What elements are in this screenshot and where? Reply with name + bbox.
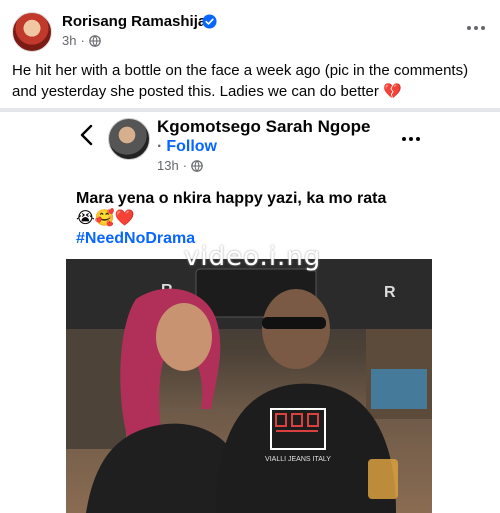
shared-more-options-icon[interactable] bbox=[400, 132, 422, 146]
follow-label: Follow bbox=[166, 138, 217, 155]
meta-separator: · bbox=[182, 158, 188, 173]
shared-author-name[interactable]: Kgomotsego Sarah Ngope bbox=[157, 117, 370, 137]
follow-separator: · bbox=[157, 138, 163, 155]
more-options-icon[interactable] bbox=[464, 18, 488, 38]
shared-author-avatar[interactable] bbox=[108, 118, 150, 160]
shared-post-image[interactable]: Kgomotsego Sarah Ngope · Follow 13h · Mar… bbox=[0, 112, 500, 513]
post-header: Rorisang Ramashija 3h · bbox=[12, 10, 488, 54]
couple-photo[interactable]: R R VIALLI JEANS ITALY bbox=[66, 259, 432, 513]
photo-illustration: R R VIALLI JEANS ITALY bbox=[66, 259, 432, 513]
back-arrow-icon[interactable] bbox=[78, 124, 96, 146]
author-avatar[interactable] bbox=[12, 12, 52, 52]
author-name[interactable]: Rorisang Ramashija bbox=[62, 13, 206, 30]
post-caption: He hit her with a bottle on the face a w… bbox=[12, 62, 469, 100]
globe-icon bbox=[89, 34, 101, 47]
shared-caption: Mara yena o nkira happy yazi, ka mo rata bbox=[76, 190, 387, 207]
watermark-text: video.i.ng bbox=[184, 242, 322, 272]
follow-button[interactable]: · Follow bbox=[157, 138, 217, 156]
shared-post-meta: 13h · bbox=[157, 158, 203, 173]
meta-separator: · bbox=[80, 33, 85, 48]
post-time[interactable]: 3h bbox=[62, 33, 76, 48]
globe-icon bbox=[191, 159, 203, 172]
shared-caption-emojis: 😭🥰❤️ bbox=[76, 210, 135, 227]
hashtag-link[interactable]: #NeedNoDrama bbox=[76, 230, 195, 248]
shirt-brand-text: VIALLI JEANS ITALY bbox=[265, 456, 331, 463]
verified-badge-icon bbox=[202, 14, 217, 29]
shared-post-time[interactable]: 13h bbox=[157, 158, 179, 173]
post-meta: 3h · bbox=[62, 33, 101, 48]
sign-letter-right: R bbox=[384, 284, 396, 301]
